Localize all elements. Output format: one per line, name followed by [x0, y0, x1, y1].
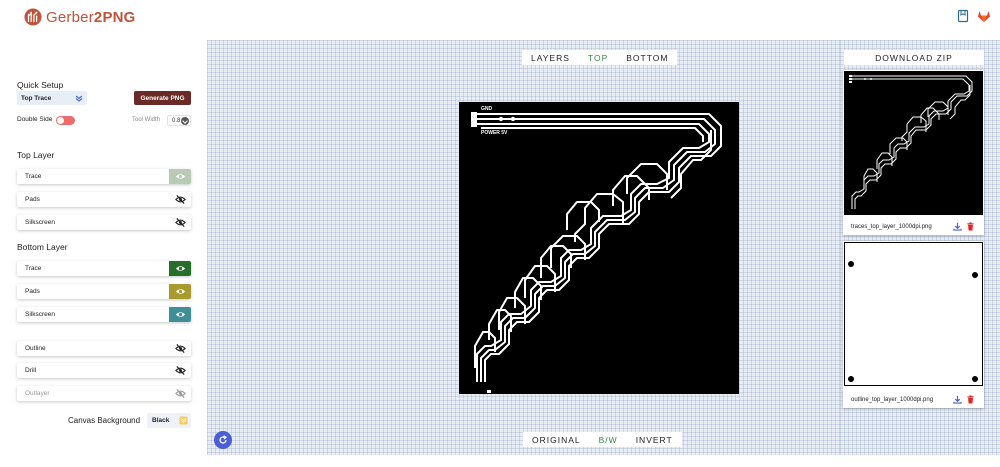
layer-label: Trace: [25, 173, 42, 180]
layer-label: Silkscreen: [25, 311, 55, 318]
layer-label: Pads: [25, 196, 40, 203]
tab-top[interactable]: TOP: [579, 53, 617, 63]
brand-logo[interactable]: Gerber2PNG: [24, 8, 136, 26]
layer-label: Pads: [25, 288, 40, 295]
top-layer-title: Top Layer: [17, 150, 55, 160]
tool-width-select[interactable]: 0.8: [167, 115, 191, 126]
eye-icon[interactable]: [169, 307, 191, 322]
bottom-layer-title: Bottom Layer: [17, 242, 68, 252]
outline-row[interactable]: Outline: [17, 341, 191, 356]
tab-bottom[interactable]: BOTTOM: [617, 53, 677, 63]
layer-label: Trace: [25, 265, 42, 272]
bottom-silkscreen-row[interactable]: Silkscreen: [17, 307, 191, 322]
logo-icon: [24, 8, 42, 26]
app-root: Gerber2PNG Quick Setup Top Trace Generat…: [0, 0, 1000, 467]
outlayer-row: Outlayer: [17, 386, 191, 401]
tab-layers[interactable]: LAYERS: [522, 53, 579, 63]
pcb-preview[interactable]: GND POWER 5V: [459, 102, 739, 394]
trash-icon[interactable]: [966, 395, 975, 404]
eye-icon[interactable]: [169, 261, 191, 276]
preset-value: Top Trace: [21, 94, 52, 102]
download-icon[interactable]: [953, 395, 962, 404]
mode-tabs: ORIGINAL B/W INVERT: [523, 432, 682, 447]
refresh-button[interactable]: [214, 431, 232, 449]
brand-suffix: PNG: [102, 8, 136, 26]
canvas-background-value: Black: [152, 417, 170, 424]
drill-row[interactable]: Drill: [17, 363, 191, 378]
file-card-outline[interactable]: outline_top_layer_1000dpi.png: [843, 241, 984, 408]
quick-setup-label: Quick Setup: [17, 80, 64, 90]
chevron-circle-icon: [181, 117, 189, 125]
eye-off-icon: [169, 386, 191, 401]
tab-bw[interactable]: B/W: [590, 435, 627, 445]
layer-label: Silkscreen: [25, 219, 55, 226]
download-icon[interactable]: [953, 222, 962, 231]
bookmark-icon[interactable]: [956, 9, 970, 23]
layer-label: Outline: [25, 345, 46, 352]
eye-off-icon[interactable]: [169, 363, 191, 378]
power-label: POWER 5V: [481, 130, 508, 136]
gnd-label: GND: [481, 106, 493, 112]
tab-invert[interactable]: INVERT: [627, 435, 682, 445]
canvas-background-label: Canvas Background: [68, 416, 141, 425]
tool-width-value: 0.8: [172, 117, 181, 124]
file-name: outline_top_layer_1000dpi.png: [851, 397, 934, 403]
brand-name: Gerber2PNG: [46, 9, 136, 26]
trash-icon[interactable]: [966, 222, 975, 231]
top-pads-row[interactable]: Pads: [17, 192, 191, 207]
eye-off-icon[interactable]: [169, 341, 191, 356]
generate-png-button[interactable]: Generate PNG: [134, 91, 191, 105]
canvas-background-select[interactable]: Black: [147, 413, 191, 428]
view-tabs: LAYERS TOP BOTTOM: [522, 50, 678, 65]
layer-label: Outlayer: [25, 390, 50, 397]
preset-select[interactable]: Top Trace: [17, 91, 87, 105]
double-side-label: Double Side: [17, 116, 53, 123]
chevron-down-icon: [75, 95, 83, 102]
traces-thumbnail: [844, 71, 983, 215]
refresh-icon: [219, 435, 228, 444]
double-side-toggle[interactable]: [56, 116, 75, 125]
file-actions: [953, 222, 975, 231]
top-silkscreen-row[interactable]: Silkscreen: [17, 215, 191, 230]
layer-label: Drill: [25, 367, 37, 374]
top-trace-row[interactable]: Trace: [17, 169, 191, 184]
brand-prefix: Gerber: [46, 8, 94, 26]
outline-thumbnail: [844, 242, 983, 386]
eye-icon[interactable]: [169, 169, 191, 184]
download-zip-button[interactable]: DOWNLOAD ZIP: [844, 50, 984, 65]
file-name: traces_top_layer_1000dpi.png: [851, 224, 932, 230]
eye-icon[interactable]: [169, 284, 191, 299]
tab-original[interactable]: ORIGINAL: [523, 435, 590, 445]
gitlab-icon[interactable]: [977, 9, 991, 23]
bottom-pads-row[interactable]: Pads: [17, 284, 191, 299]
eye-off-icon[interactable]: [169, 215, 191, 230]
pcb-traces: GND POWER 5V: [471, 106, 722, 393]
chevron-down-icon: [179, 416, 188, 425]
eye-off-icon[interactable]: [169, 192, 191, 207]
bottom-trace-row[interactable]: Trace: [17, 261, 191, 276]
file-card-traces[interactable]: traces_top_layer_1000dpi.png: [843, 70, 984, 235]
file-actions: [953, 395, 975, 404]
tool-width-label: Tool Width: [132, 117, 161, 123]
toggle-knob: [57, 117, 64, 124]
